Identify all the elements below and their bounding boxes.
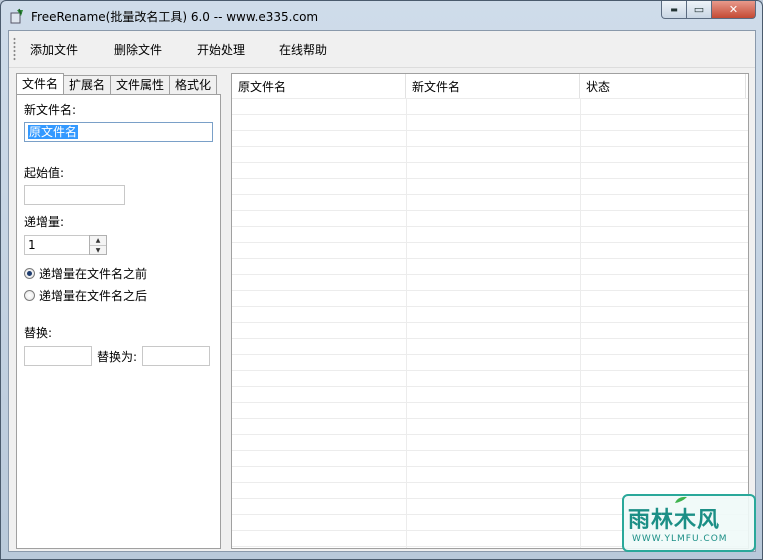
- tab-extension[interactable]: 扩展名: [63, 75, 112, 94]
- watermark-logo-text: 雨林木风: [628, 507, 721, 533]
- watermark-url: WWW.YLMFU.COM: [632, 534, 728, 544]
- column-divider: [580, 98, 581, 548]
- app-icon: [10, 8, 23, 24]
- window-controls: ▬ ▭ ✕: [661, 1, 756, 20]
- column-new-name[interactable]: 新文件名: [406, 74, 580, 98]
- radio-after-label: 递增量在文件名之后: [39, 289, 148, 303]
- minimize-icon: ▬: [670, 5, 678, 14]
- replace-input[interactable]: [24, 346, 92, 366]
- title-bar[interactable]: FreeRename(批量改名工具) 6.0 -- www.e335.com ▬…: [1, 1, 762, 30]
- increment-label: 递增量:: [24, 215, 65, 229]
- window-title: FreeRename(批量改名工具) 6.0 -- www.e335.com: [31, 10, 319, 24]
- file-list-header: 原文件名 新文件名 状态: [232, 74, 748, 99]
- radio-increment-after[interactable]: 递增量在文件名之后: [24, 287, 147, 304]
- watermark-logo: 雨林木风 WWW.YLMFU.COM: [622, 494, 756, 552]
- increment-stepper[interactable]: ▲ ▼: [89, 235, 107, 255]
- start-value-input[interactable]: [24, 185, 125, 205]
- options-tabs: 文件名 扩展名 文件属性 格式化: [16, 73, 218, 95]
- column-original-name[interactable]: 原文件名: [232, 74, 406, 98]
- spin-up-icon[interactable]: ▲: [90, 236, 106, 245]
- column-divider: [406, 98, 407, 548]
- client-area: 添加文件 删除文件 开始处理 在线帮助 文件名 扩展名 文件属性 格式化 新文件…: [8, 30, 756, 552]
- filename-options-panel: 新文件名: 原文件名 起始值: 递增量: 1 ▲ ▼ 递增量在文件名之前 递增量…: [16, 94, 221, 549]
- toolbar-grip[interactable]: [13, 37, 16, 61]
- remove-files-button[interactable]: 删除文件: [114, 41, 162, 58]
- minimize-button[interactable]: ▬: [661, 1, 687, 19]
- app-window: FreeRename(批量改名工具) 6.0 -- www.e335.com ▬…: [0, 0, 763, 560]
- file-list-rows: [232, 98, 748, 548]
- radio-before-label: 递增量在文件名之前: [39, 267, 148, 281]
- radio-increment-before[interactable]: 递增量在文件名之前: [24, 265, 147, 282]
- increment-input[interactable]: 1: [24, 235, 90, 255]
- tab-format[interactable]: 格式化: [169, 75, 218, 94]
- replace-with-label: 替换为:: [97, 350, 138, 364]
- new-filename-input[interactable]: 原文件名: [24, 122, 213, 142]
- maximize-icon: ▭: [693, 3, 705, 16]
- tab-file-attributes[interactable]: 文件属性: [110, 75, 171, 94]
- file-list[interactable]: 原文件名 新文件名 状态: [231, 73, 749, 549]
- spin-down-icon[interactable]: ▼: [90, 245, 106, 255]
- start-value-label: 起始值:: [24, 166, 65, 180]
- column-status[interactable]: 状态: [580, 74, 746, 98]
- toolbar: 添加文件 删除文件 开始处理 在线帮助: [9, 31, 755, 68]
- radio-checked-icon[interactable]: [24, 268, 35, 279]
- radio-unchecked-icon[interactable]: [24, 290, 35, 301]
- replace-label: 替换:: [24, 326, 53, 340]
- replace-with-input[interactable]: [142, 346, 210, 366]
- start-processing-button[interactable]: 开始处理: [197, 41, 245, 58]
- close-button[interactable]: ✕: [712, 1, 756, 19]
- maximize-button[interactable]: ▭: [687, 1, 712, 19]
- tab-filename[interactable]: 文件名: [16, 73, 65, 94]
- new-filename-value: 原文件名: [28, 125, 79, 139]
- online-help-button[interactable]: 在线帮助: [279, 41, 327, 58]
- add-files-button[interactable]: 添加文件: [30, 41, 78, 58]
- close-icon: ✕: [728, 3, 739, 16]
- new-filename-label: 新文件名:: [24, 103, 77, 117]
